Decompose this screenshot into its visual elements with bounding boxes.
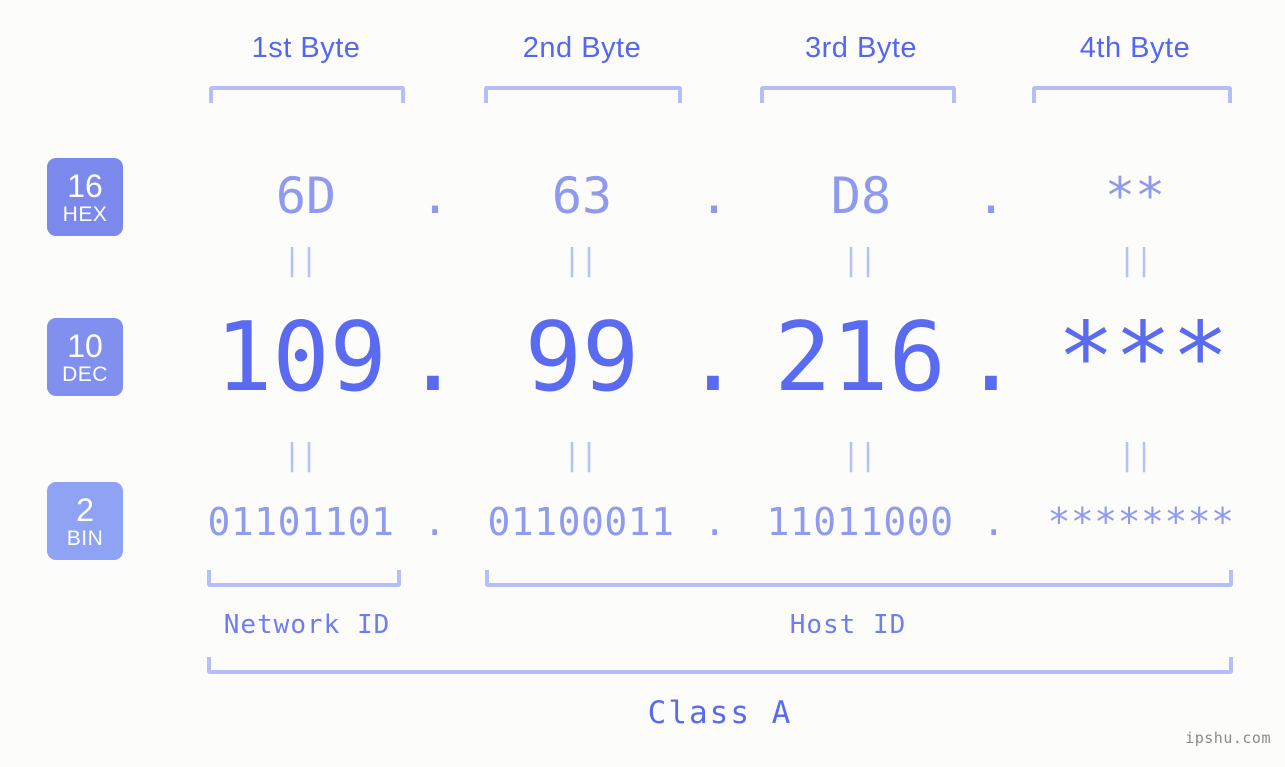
equality-mark-5: ||: [282, 438, 318, 473]
equality-row-bottom: || || || ||: [0, 439, 1285, 473]
hex-dot-1: .: [419, 167, 451, 225]
bin-byte-3: 11011000: [766, 500, 954, 544]
byte-bracket-3: [760, 86, 956, 103]
network-id-bracket: [207, 570, 401, 587]
byte-header-4: 4th Byte: [1079, 32, 1191, 64]
dec-dot-3: .: [962, 303, 1020, 413]
equality-mark-1: ||: [282, 243, 318, 278]
equality-row-top: || || || ||: [0, 244, 1285, 278]
equality-mark-2: ||: [562, 243, 598, 278]
class-bracket: [207, 657, 1233, 674]
class-label: Class A: [647, 695, 793, 731]
equality-mark-7: ||: [841, 438, 877, 473]
hex-byte-2: 63: [551, 167, 613, 225]
dec-byte-3: 216: [774, 303, 946, 413]
dec-row: 109 . 99 . 216 . ***: [0, 296, 1285, 420]
bin-byte-4: ********: [1047, 500, 1235, 544]
equality-mark-6: ||: [562, 438, 598, 473]
host-id-label: Host ID: [789, 610, 907, 640]
byte-header-1: 1st Byte: [251, 32, 361, 64]
hex-row: 6D . 63 . D8 . **: [0, 150, 1285, 242]
bin-row: 01101101 . 01100011 . 11011000 . *******…: [0, 490, 1285, 554]
dec-byte-1: 109: [215, 303, 387, 413]
byte-bracket-4: [1032, 86, 1232, 103]
equality-mark-8: ||: [1117, 438, 1153, 473]
bin-byte-1: 01101101: [207, 500, 395, 544]
bin-dot-1: .: [423, 500, 447, 544]
hex-dot-3: .: [975, 167, 1007, 225]
hex-dot-2: .: [698, 167, 730, 225]
dec-byte-4: ***: [1057, 303, 1229, 413]
hex-byte-1: 6D: [275, 167, 337, 225]
hex-byte-4: **: [1104, 167, 1166, 225]
bin-dot-3: .: [982, 500, 1006, 544]
equality-mark-3: ||: [841, 243, 877, 278]
byte-header-2: 2nd Byte: [522, 32, 642, 64]
bin-dot-2: .: [703, 500, 727, 544]
hex-byte-3: D8: [830, 167, 892, 225]
byte-bracket-2: [484, 86, 682, 103]
equality-mark-4: ||: [1117, 243, 1153, 278]
bin-byte-2: 01100011: [487, 500, 675, 544]
host-id-bracket: [485, 570, 1233, 587]
byte-bracket-1: [209, 86, 405, 103]
byte-header-3: 3rd Byte: [805, 32, 917, 64]
network-id-label: Network ID: [223, 610, 391, 640]
dec-byte-2: 99: [524, 303, 640, 413]
ip-byte-breakdown-diagram: 1st Byte 2nd Byte 3rd Byte 4th Byte 16 H…: [0, 0, 1285, 767]
site-watermark: ipshu.com: [1185, 729, 1271, 747]
